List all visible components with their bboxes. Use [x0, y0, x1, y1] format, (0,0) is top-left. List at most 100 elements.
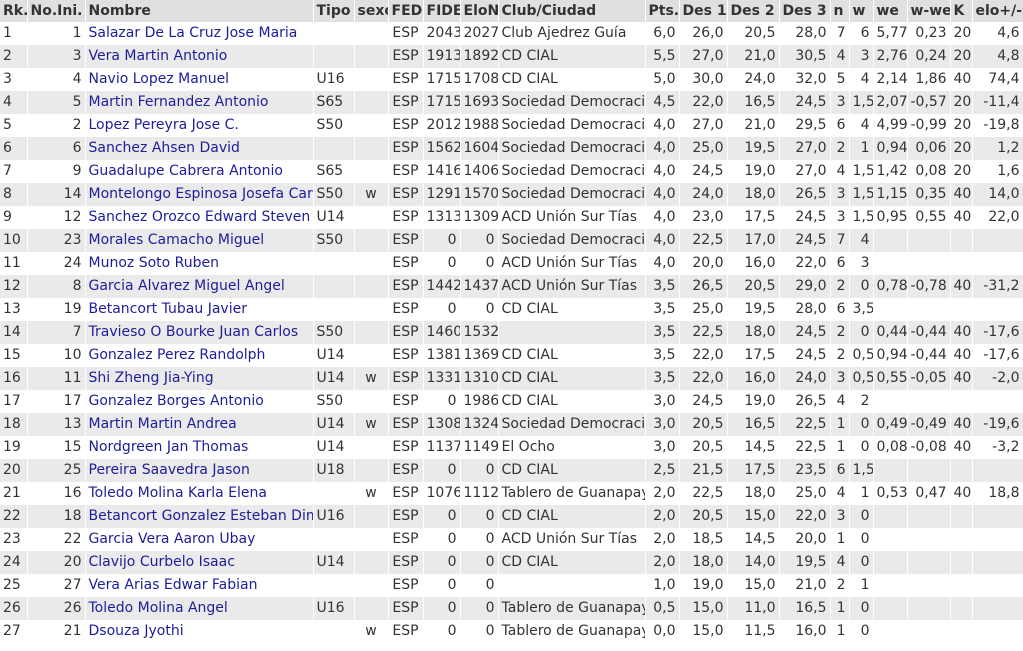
cell-rank: 2: [0, 45, 28, 68]
cell-initial-number: 23: [27, 229, 86, 252]
cell-w: 0,5: [849, 344, 874, 367]
cell-player-name[interactable]: Betancort Gonzalez Esteban Dimi: [85, 505, 314, 528]
cell-player-name[interactable]: Garcia Alvarez Miguel Angel: [85, 275, 314, 298]
col-rank-header[interactable]: Rk.: [0, 0, 28, 22]
cell-player-name[interactable]: Betancort Tubau Javier: [85, 298, 314, 321]
cell-w-we: [907, 574, 951, 597]
cell-type: [313, 45, 355, 68]
cell-we: 0,49: [873, 413, 908, 436]
cell-type: U14: [313, 551, 355, 574]
cell-tiebreak2: 16,5: [727, 91, 780, 114]
col-w-we-header[interactable]: w-we: [907, 0, 951, 22]
cell-sex: [354, 229, 389, 252]
cell-k: 40: [950, 344, 973, 367]
cell-sex: [354, 505, 389, 528]
cell-player-name[interactable]: Montelongo Espinosa Josefa Carm: [85, 183, 314, 206]
cell-points: 3,5: [645, 367, 680, 390]
cell-tiebreak3: 24,5: [779, 229, 831, 252]
cell-federation: ESP: [388, 413, 424, 436]
cell-elon: 0: [460, 505, 499, 528]
cell-player-name[interactable]: Dsouza Jyothi: [85, 620, 314, 643]
cell-tiebreak1: 22,5: [679, 229, 728, 252]
cell-we: [873, 620, 908, 643]
cell-player-name[interactable]: Vera Martin Antonio: [85, 45, 314, 68]
cell-player-name[interactable]: Clavijo Curbelo Isaac: [85, 551, 314, 574]
cell-player-name[interactable]: Martin Martin Andrea: [85, 413, 314, 436]
cell-sex: w: [354, 183, 389, 206]
cell-tiebreak3: 20,0: [779, 528, 831, 551]
cell-fide: 2012: [423, 114, 461, 137]
col-tiebreak2-header[interactable]: Des 2: [727, 0, 780, 22]
cell-player-name[interactable]: Toledo Molina Karla Elena: [85, 482, 314, 505]
cell-k: 40: [950, 413, 973, 436]
cell-player-name[interactable]: Martin Fernandez Antonio: [85, 91, 314, 114]
col-initial-number-header[interactable]: No.Ini.: [27, 0, 86, 22]
cell-player-name[interactable]: Travieso O Bourke Juan Carlos: [85, 321, 314, 344]
cell-w: 1: [849, 574, 874, 597]
col-fide-header[interactable]: FIDE: [423, 0, 461, 22]
cell-player-name[interactable]: Gonzalez Perez Randolph: [85, 344, 314, 367]
cell-rank: 23: [0, 528, 28, 551]
col-name-header[interactable]: Nombre: [85, 0, 314, 22]
cell-k: [950, 252, 973, 275]
cell-we: [873, 574, 908, 597]
cell-fide: 0: [423, 229, 461, 252]
col-k-header[interactable]: K: [950, 0, 973, 22]
cell-w: 0: [849, 551, 874, 574]
cell-federation: ESP: [388, 390, 424, 413]
cell-w: 1,5: [849, 206, 874, 229]
cell-player-name[interactable]: Vera Arias Edwar Fabian: [85, 574, 314, 597]
cell-k: [950, 597, 973, 620]
cell-type: [313, 528, 355, 551]
col-w-header[interactable]: w: [849, 0, 874, 22]
cell-w: 1,5: [849, 91, 874, 114]
cell-federation: ESP: [388, 45, 424, 68]
cell-n: 7: [830, 22, 850, 45]
cell-w: 0: [849, 528, 874, 551]
cell-w-we: 0,23: [907, 22, 951, 45]
col-tiebreak1-header[interactable]: Des 1: [679, 0, 728, 22]
cell-type: U18: [313, 459, 355, 482]
cell-player-name[interactable]: Gonzalez Borges Antonio: [85, 390, 314, 413]
cell-player-name[interactable]: Shi Zheng Jia-Ying: [85, 367, 314, 390]
cell-fide: 2043: [423, 22, 461, 45]
cell-player-name[interactable]: Toledo Molina Angel: [85, 597, 314, 620]
cell-points: 4,0: [645, 137, 680, 160]
col-type-header[interactable]: Tipo: [313, 0, 355, 22]
cell-points: 2,0: [645, 482, 680, 505]
cell-tiebreak1: 22,5: [679, 321, 728, 344]
col-elo-change-header[interactable]: elo+/-: [972, 0, 1023, 22]
cell-tiebreak3: 26,5: [779, 390, 831, 413]
cell-player-name[interactable]: Nordgreen Jan Thomas: [85, 436, 314, 459]
col-club-header[interactable]: Club/Ciudad: [498, 0, 646, 22]
cell-player-name[interactable]: Pereira Saavedra Jason: [85, 459, 314, 482]
col-n-header[interactable]: n: [830, 0, 850, 22]
cell-n: 6: [830, 459, 850, 482]
cell-player-name[interactable]: Sanchez Ahsen David: [85, 137, 314, 160]
cell-elon: 0: [460, 459, 499, 482]
cell-elon: 1604: [460, 137, 499, 160]
cell-player-name[interactable]: Sanchez Orozco Edward Steven: [85, 206, 314, 229]
cell-rank: 21: [0, 482, 28, 505]
col-sex-header[interactable]: sexo: [354, 0, 389, 22]
cell-fide: 0: [423, 551, 461, 574]
cell-w: 0: [849, 275, 874, 298]
col-elon-header[interactable]: EloN: [460, 0, 499, 22]
cell-player-name[interactable]: Morales Camacho Miguel: [85, 229, 314, 252]
cell-player-name[interactable]: Munoz Soto Ruben: [85, 252, 314, 275]
cell-player-name[interactable]: Salazar De La Cruz Jose Maria: [85, 22, 314, 45]
table-row: 6 6 Sanchez Ahsen David ESP 1562 1604 Sociedad…: [0, 137, 1023, 160]
cell-player-name[interactable]: Garcia Vera Aaron Ubay: [85, 528, 314, 551]
col-points-header[interactable]: Pts.: [645, 0, 680, 22]
cell-k: 40: [950, 183, 973, 206]
col-federation-header[interactable]: FED: [388, 0, 424, 22]
cell-n: 3: [830, 91, 850, 114]
cell-player-name[interactable]: Navio Lopez Manuel: [85, 68, 314, 91]
col-we-header[interactable]: we: [873, 0, 908, 22]
cell-initial-number: 4: [27, 68, 86, 91]
cell-player-name[interactable]: Lopez Pereyra Jose C.: [85, 114, 314, 137]
cell-points: 3,5: [645, 298, 680, 321]
cell-fide: 1562: [423, 137, 461, 160]
col-tiebreak3-header[interactable]: Des 3: [779, 0, 831, 22]
cell-player-name[interactable]: Guadalupe Cabrera Antonio: [85, 160, 314, 183]
